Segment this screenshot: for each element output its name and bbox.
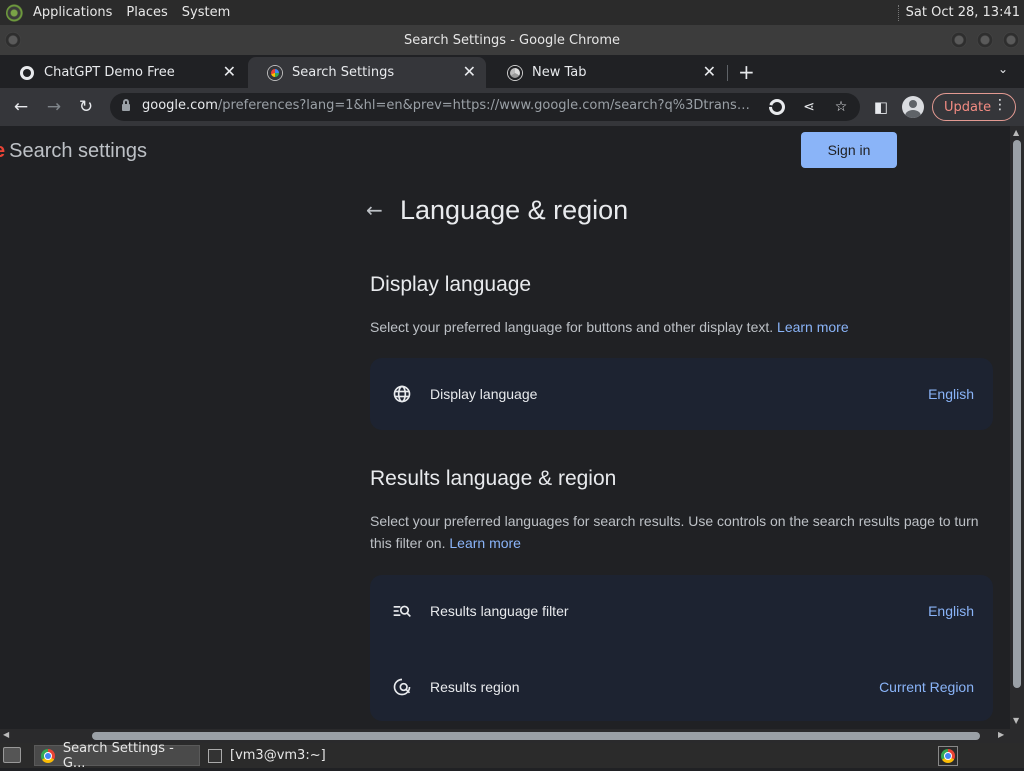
system-menu[interactable]: System: [175, 5, 237, 20]
results-language-description: Select your preferred languages for sear…: [370, 510, 990, 554]
url-host: google.com: [142, 98, 218, 113]
row-label: Results region: [430, 679, 520, 695]
bookmark-star-icon[interactable]: ☆: [831, 97, 851, 117]
tab-search-chevron-icon[interactable]: ⌄: [998, 62, 1008, 76]
results-filter-icon: [393, 605, 411, 618]
display-language-heading: Display language: [370, 273, 532, 296]
horizontal-scroll-thumb[interactable]: [92, 732, 980, 740]
lock-icon[interactable]: [122, 99, 130, 111]
window-titlebar[interactable]: Search Settings - Google Chrome: [0, 25, 1024, 55]
update-label: Update: [944, 99, 992, 115]
tab-new-tab[interactable]: New Tab ✕: [488, 57, 726, 88]
tab-search-settings[interactable]: Search Settings ✕: [248, 57, 486, 88]
close-tab-icon[interactable]: ✕: [703, 64, 716, 80]
tab-strip: ChatGPT Demo Free ✕ Search Settings ✕ Ne…: [0, 55, 1024, 88]
url-text[interactable]: google.com/preferences?lang=1&hl=en&prev…: [142, 98, 754, 113]
google-logo-icon[interactable]: e: [0, 140, 5, 162]
globe-icon: [393, 385, 411, 403]
task-terminal[interactable]: [vm3@vm3:~]: [202, 745, 362, 766]
results-language-filter-row[interactable]: Results language filter English: [370, 575, 993, 647]
results-language-region-card: Results language filter English Results …: [370, 575, 993, 721]
vertical-scroll-thumb[interactable]: [1013, 140, 1021, 688]
update-button[interactable]: Update ⋮: [932, 93, 1016, 121]
url-path: /preferences?lang=1&hl=en&prev=https://w…: [217, 98, 754, 113]
scroll-up-icon[interactable]: ▲: [1013, 128, 1019, 137]
bottom-taskbar: Search Settings - G... [vm3@vm3:~]: [0, 741, 1024, 771]
task-chrome[interactable]: Search Settings - G...: [34, 741, 200, 771]
close-window-icon[interactable]: [1003, 32, 1019, 48]
chrome-tray-icon: [941, 749, 955, 763]
places-menu[interactable]: Places: [119, 5, 174, 20]
browser-toolbar: ← → ↻ google.com/preferences?lang=1&hl=e…: [0, 88, 1024, 126]
tray-chrome[interactable]: [938, 746, 958, 766]
forward-icon[interactable]: →: [43, 96, 65, 118]
task-label: Search Settings - G...: [62, 740, 174, 771]
back-arrow-icon[interactable]: ←: [366, 198, 383, 222]
top-menu: Applications Places System: [26, 0, 237, 25]
window-menu-icon[interactable]: [5, 32, 21, 48]
vertical-scrollbar[interactable]: ▲ ▼: [1010, 126, 1024, 729]
address-bar[interactable]: google.com/preferences?lang=1&hl=en&prev…: [110, 93, 860, 121]
back-icon[interactable]: ←: [10, 96, 32, 118]
scroll-left-icon[interactable]: ◀: [3, 730, 9, 739]
openai-icon: [20, 65, 34, 80]
page-title: Language & region: [400, 195, 629, 225]
learn-more-link[interactable]: Learn more: [449, 535, 521, 551]
top-panel: Applications Places System Sat Oct 28, 1…: [0, 0, 1024, 25]
maximize-icon[interactable]: [977, 32, 993, 48]
google-icon: [268, 65, 282, 80]
side-panel-icon[interactable]: ◧: [870, 96, 892, 118]
task-label: [vm3@vm3:~]: [230, 748, 326, 763]
panel-separator: [897, 4, 900, 21]
tab-label: ChatGPT Demo Free: [44, 65, 175, 80]
tab-chatgpt[interactable]: ChatGPT Demo Free ✕: [0, 57, 246, 88]
region-search-icon: [393, 678, 411, 696]
chrome-icon: [41, 748, 55, 763]
share-icon[interactable]: ⋖: [799, 97, 819, 117]
window-title: Search Settings - Google Chrome: [403, 32, 621, 48]
header-title: Search settings: [9, 140, 147, 162]
reload-icon[interactable]: ↻: [75, 96, 97, 118]
show-desktop-icon[interactable]: [3, 747, 21, 763]
row-value[interactable]: English: [928, 386, 974, 402]
more-menu-icon[interactable]: ⋮: [993, 97, 1007, 113]
learn-more-link[interactable]: Learn more: [777, 319, 849, 335]
description-text: Select your preferred language for butto…: [370, 319, 774, 335]
settings-header: eSearch settings: [0, 140, 147, 163]
display-language-row[interactable]: Display language English: [370, 358, 993, 430]
page-viewport: eSearch settings Sign in ← Language & re…: [0, 126, 1010, 729]
tab-label: New Tab: [532, 65, 587, 80]
scroll-down-icon[interactable]: ▼: [1013, 716, 1019, 725]
profile-avatar-icon[interactable]: [902, 96, 924, 118]
google-lens-icon[interactable]: [769, 99, 785, 115]
row-value[interactable]: English: [928, 603, 974, 619]
chrome-icon: [508, 65, 522, 80]
close-tab-icon[interactable]: ✕: [223, 64, 236, 80]
clock[interactable]: Sat Oct 28, 13:41: [906, 5, 1020, 20]
display-language-description: Select your preferred language for butto…: [370, 316, 990, 338]
sign-in-button[interactable]: Sign in: [801, 132, 897, 168]
row-label: Display language: [430, 386, 538, 402]
results-region-row[interactable]: Results region Current Region: [370, 651, 993, 723]
scroll-right-icon[interactable]: ▶: [998, 730, 1004, 739]
close-tab-icon[interactable]: ✕: [463, 64, 476, 80]
new-tab-plus-icon[interactable]: +: [738, 60, 755, 84]
applications-menu[interactable]: Applications: [26, 5, 119, 20]
results-language-region-heading: Results language & region: [370, 467, 617, 490]
terminal-icon: [208, 748, 222, 763]
row-label: Results language filter: [430, 603, 569, 619]
gnome-foot-icon[interactable]: [6, 3, 24, 22]
scrollbar-corner: [1010, 729, 1024, 743]
tab-label: Search Settings: [292, 65, 395, 80]
minimize-icon[interactable]: [951, 32, 967, 48]
display-language-card: Display language English: [370, 358, 993, 430]
tab-divider: [727, 65, 728, 81]
clock-area: Sat Oct 28, 13:41: [897, 4, 1024, 21]
row-value[interactable]: Current Region: [879, 679, 974, 695]
